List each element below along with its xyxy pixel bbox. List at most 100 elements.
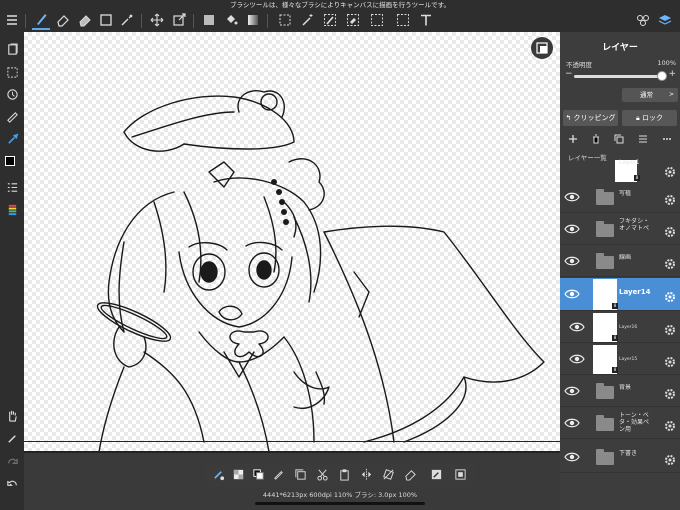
reference-window-button[interactable]	[531, 37, 553, 59]
layer-row[interactable]: フキダシ・オノマトペ	[560, 214, 680, 245]
gradient-icon[interactable]	[244, 10, 262, 30]
select-pen-icon[interactable]	[321, 10, 339, 30]
layer-name: 背景	[619, 384, 632, 391]
opacity-minus-button[interactable]: −	[565, 69, 573, 79]
folder-icon	[596, 253, 614, 269]
eye-icon[interactable]	[564, 451, 580, 463]
lock-label: ロック	[641, 114, 663, 122]
eye-icon[interactable]	[564, 417, 580, 429]
wand-icon[interactable]	[299, 10, 317, 30]
layer-row-selected[interactable]: 8 Layer14	[560, 278, 680, 311]
duplicate-layer-icon[interactable]	[612, 132, 626, 146]
pages-icon[interactable]	[3, 40, 21, 58]
blur-eraser-icon[interactable]	[76, 10, 94, 30]
layer-row[interactable]: トーン・ベタ・効果ペン用	[560, 408, 680, 439]
eye-icon[interactable]	[564, 255, 580, 267]
palette-icon[interactable]	[3, 200, 21, 218]
gear-icon[interactable]	[664, 255, 676, 269]
clipping-button[interactable]: ↰ クリッピング	[563, 110, 618, 126]
swap-colors-icon[interactable]	[249, 465, 267, 483]
move-icon[interactable]	[148, 10, 166, 30]
brush-settings-icon[interactable]	[209, 465, 227, 483]
layer-thumbnail: 8	[593, 279, 618, 310]
text-icon[interactable]	[417, 10, 435, 30]
menu-icon[interactable]	[3, 10, 21, 30]
undo-icon[interactable]	[3, 474, 21, 492]
layer-row[interactable]: 8 Layer16	[560, 312, 680, 343]
layer-row[interactable]: 8 Layer1	[560, 154, 680, 185]
opacity-slider-thumb[interactable]	[657, 71, 667, 81]
layer-badge: 8	[612, 335, 618, 341]
gear-icon[interactable]	[664, 288, 676, 302]
opacity-plus-button[interactable]: +	[668, 69, 676, 79]
eye-icon[interactable]	[564, 385, 580, 397]
edit-layer-icon[interactable]	[427, 465, 445, 483]
eye-icon[interactable]	[569, 353, 585, 365]
layer-list-icon[interactable]	[636, 132, 650, 146]
layers-icon[interactable]	[656, 10, 674, 30]
layer-row[interactable]: 線画	[560, 246, 680, 277]
paste-icon[interactable]	[335, 465, 353, 483]
foreground-color-swatch[interactable]	[5, 156, 15, 166]
folder-thumbnail	[593, 215, 617, 244]
layer-name: フキダシ・オノマトペ	[619, 218, 650, 232]
redo-icon[interactable]	[3, 452, 21, 470]
transparent-color-icon[interactable]	[229, 465, 247, 483]
pen-icon[interactable]	[269, 465, 287, 483]
layer-name: トーン・ベタ・効果ペン用	[619, 412, 650, 433]
reference-window-icon	[536, 42, 548, 54]
hand-icon[interactable]	[3, 406, 21, 424]
lock-button[interactable]: 🔒︎ ロック	[622, 110, 677, 126]
materials-icon[interactable]	[634, 10, 652, 30]
gear-icon[interactable]	[664, 163, 676, 177]
eyedropper-icon[interactable]	[3, 130, 21, 148]
gear-icon[interactable]	[664, 353, 676, 367]
layer-badge: 8	[612, 367, 618, 373]
layer-row[interactable]: 8 Layer15	[560, 344, 680, 375]
gear-icon[interactable]	[664, 417, 676, 431]
gear-icon[interactable]	[664, 191, 676, 205]
rotate-canvas-icon[interactable]	[379, 465, 397, 483]
flip-icon[interactable]	[357, 465, 375, 483]
blend-mode-select[interactable]: 通常 >	[622, 88, 678, 102]
spoit-pen-icon[interactable]	[3, 429, 21, 447]
add-layer-icon[interactable]	[566, 132, 580, 146]
opacity-slider[interactable]	[574, 75, 662, 78]
eye-icon[interactable]	[564, 223, 580, 235]
canvas-area[interactable]	[24, 32, 560, 510]
gear-icon[interactable]	[664, 223, 676, 237]
left-toolbar	[0, 32, 24, 510]
ruler-icon[interactable]	[3, 108, 21, 126]
gear-icon[interactable]	[664, 385, 676, 399]
select-eraser-icon[interactable]	[344, 10, 362, 30]
folder-icon	[596, 415, 614, 431]
layer-row[interactable]: 背景	[560, 376, 680, 407]
gear-icon[interactable]	[664, 321, 676, 335]
clear-icon[interactable]	[401, 465, 419, 483]
layer-row[interactable]: 下書き	[560, 442, 680, 473]
more-icon[interactable]	[660, 132, 674, 146]
fill-color-icon[interactable]	[200, 10, 218, 30]
select-cut-icon[interactable]	[394, 10, 412, 30]
transform-icon[interactable]	[170, 10, 188, 30]
eraser-icon[interactable]	[54, 10, 72, 30]
gear-icon[interactable]	[664, 451, 676, 465]
copy-icon[interactable]	[291, 465, 309, 483]
lasso-select-icon[interactable]	[276, 10, 294, 30]
select-fill-icon[interactable]	[368, 10, 386, 30]
fullscreen-icon[interactable]	[451, 465, 469, 483]
bucket-icon[interactable]	[222, 10, 240, 30]
cut-icon[interactable]	[313, 465, 331, 483]
rect-select-icon[interactable]	[97, 10, 115, 30]
select-layer-icon[interactable]	[3, 63, 21, 81]
delete-layer-icon[interactable]	[589, 132, 603, 146]
eye-icon[interactable]	[564, 191, 580, 203]
eye-icon[interactable]	[564, 288, 580, 300]
brush-list-icon[interactable]	[3, 178, 21, 196]
eye-icon[interactable]	[569, 321, 585, 333]
brush-icon[interactable]	[32, 10, 50, 30]
layer-row[interactable]: 写植	[560, 182, 680, 213]
rotate-icon[interactable]	[3, 85, 21, 103]
drawing-canvas[interactable]	[24, 32, 560, 452]
magic-select-icon[interactable]	[118, 10, 136, 30]
